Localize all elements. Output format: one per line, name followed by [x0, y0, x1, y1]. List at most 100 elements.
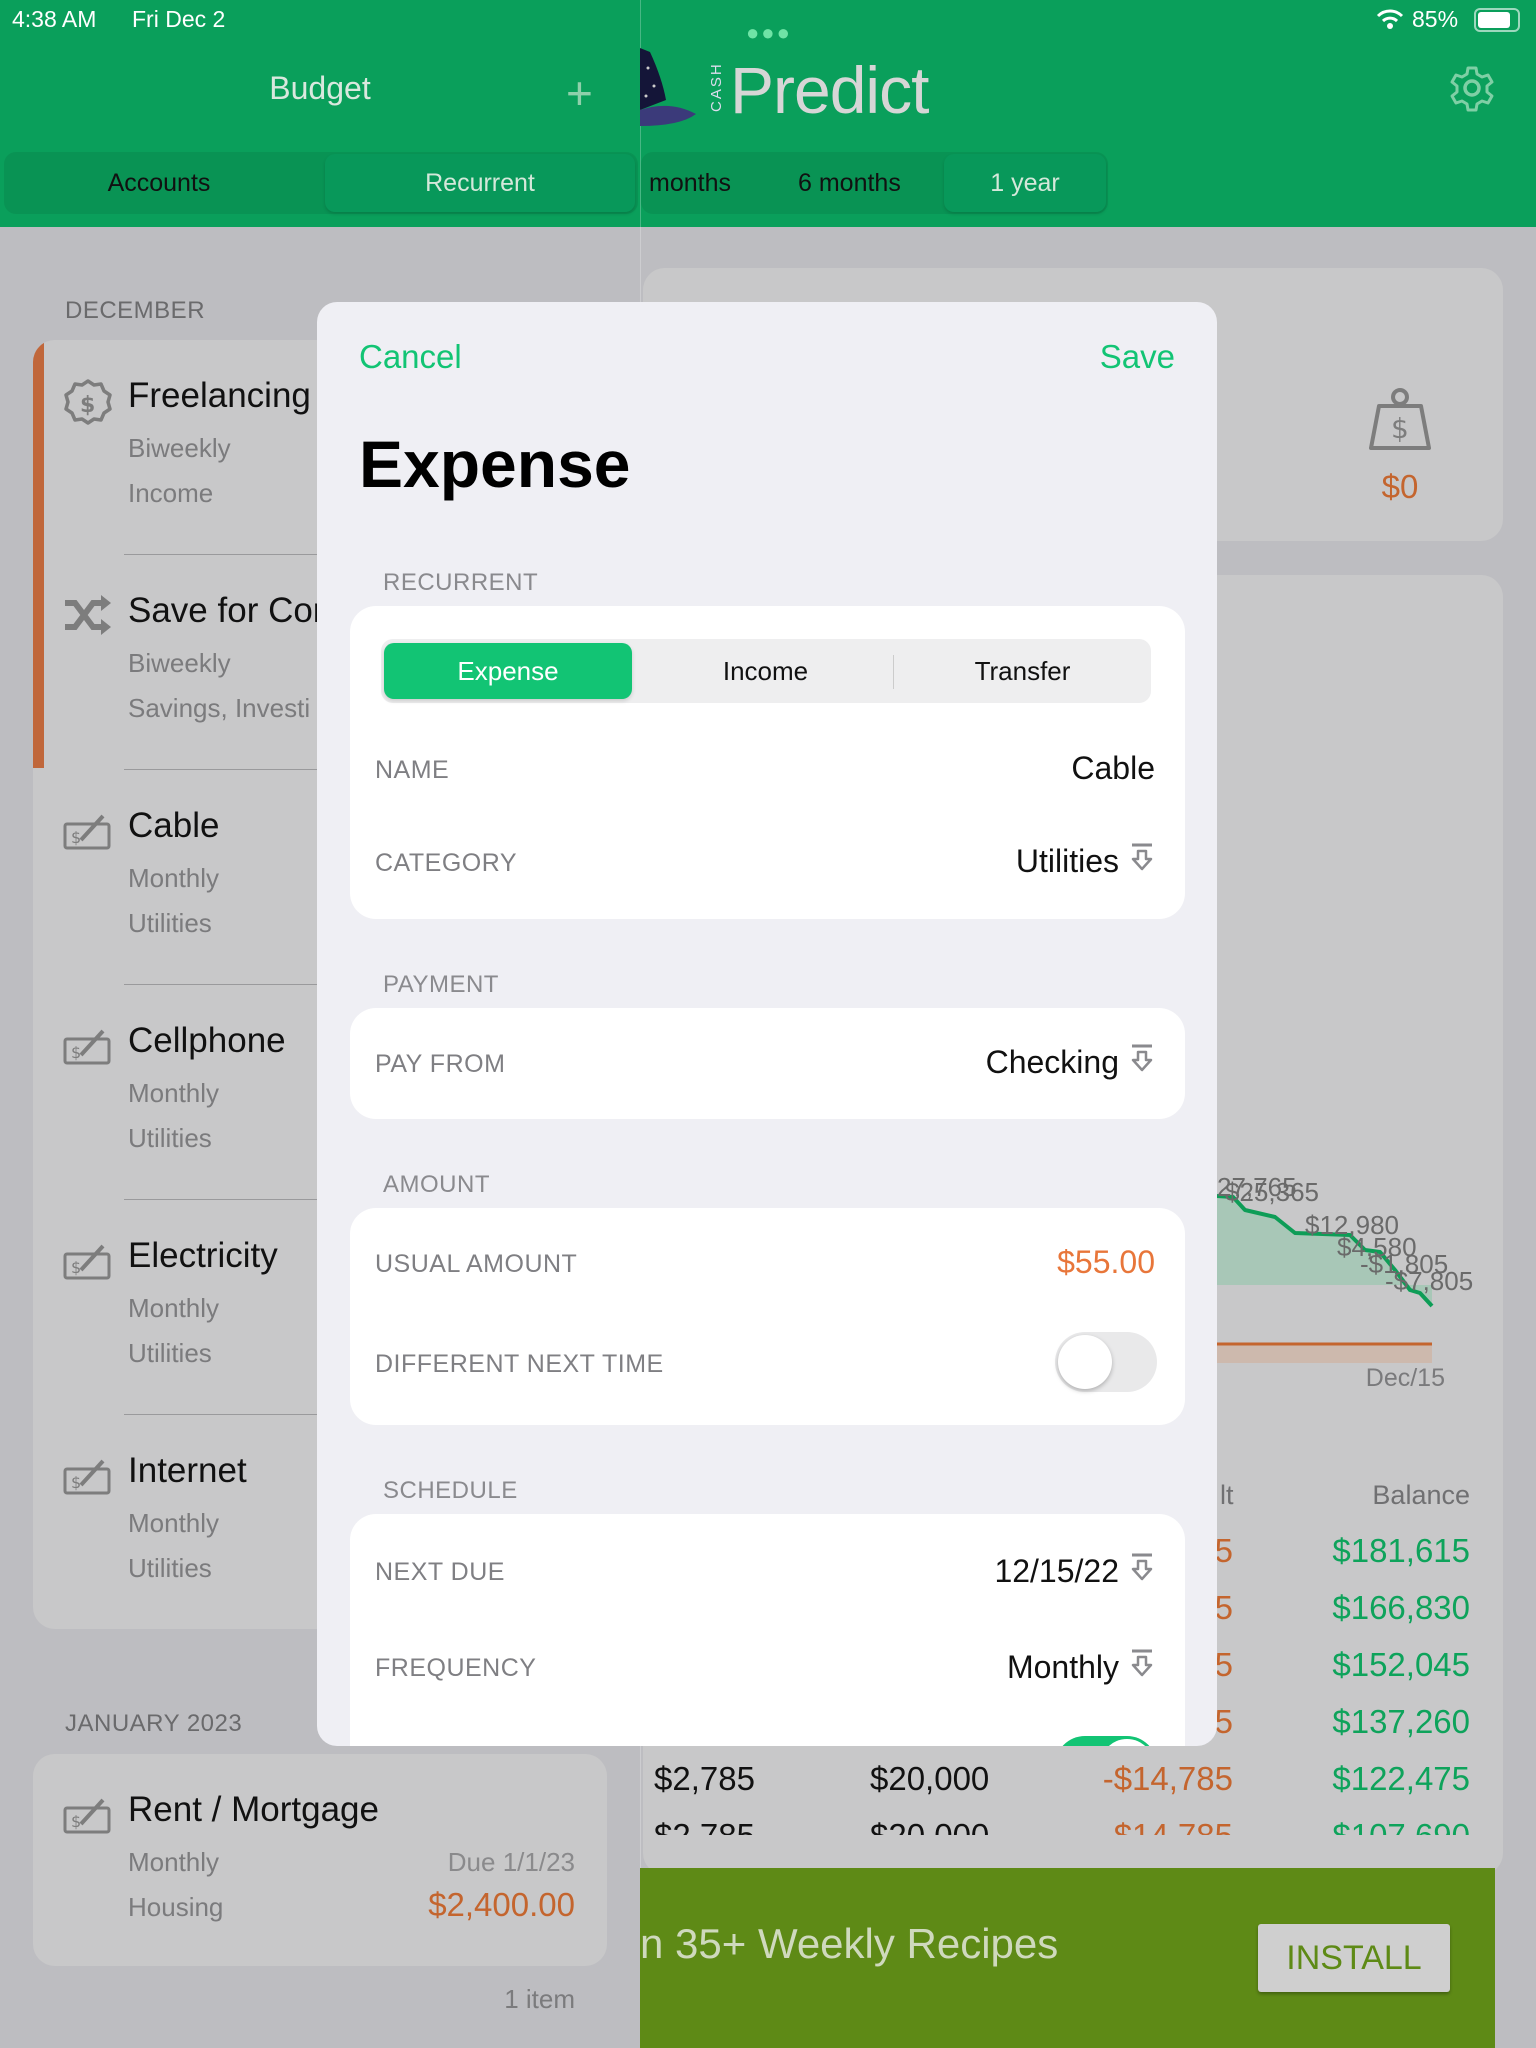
chart-data-label: -$7,805 — [1385, 1266, 1473, 1296]
pay-from-picker[interactable]: Checking — [986, 1043, 1155, 1081]
name-value: Cable — [1071, 750, 1155, 786]
cell-balance: $107,690 — [1332, 1817, 1470, 1835]
bill-icon: $ — [63, 1457, 113, 1502]
status-time: 4:38 AM — [12, 6, 97, 32]
name-label: NAME — [375, 756, 450, 784]
item-category: Utilities — [128, 908, 212, 938]
svg-text:$: $ — [71, 1258, 81, 1277]
schedule-card: NEXT DUE 12/15/22 FREQUENCY Monthly — [350, 1514, 1185, 1746]
category-value: Utilities — [1015, 842, 1119, 879]
item-title: Internet — [128, 1451, 247, 1490]
item-frequency: Monthly — [128, 863, 220, 893]
cell-out: $20,000 — [870, 1760, 990, 1797]
item-category: Housing — [128, 1892, 224, 1922]
table-header-balance: Balance — [1372, 1480, 1470, 1510]
name-field[interactable]: Cable — [1071, 750, 1155, 787]
logo-cash: CASH — [708, 62, 725, 112]
item-title: Rent / Mortgage — [128, 1790, 379, 1829]
chart-x-label: Dec/15 — [1366, 1364, 1445, 1392]
cancel-button[interactable]: Cancel — [359, 338, 462, 376]
dropdown-arrow-icon — [1129, 842, 1155, 880]
item-title: Cable — [128, 806, 220, 845]
settings-gear-icon[interactable] — [1448, 64, 1496, 112]
category-label: CATEGORY — [375, 849, 517, 877]
add-button[interactable]: + — [566, 66, 593, 120]
item-title: Freelancing — [128, 376, 311, 415]
schedule-section-label: SCHEDULE — [383, 1477, 518, 1504]
pay-from-label: PAY FROM — [375, 1050, 506, 1078]
section-header-december: DECEMBER — [65, 297, 206, 324]
install-button[interactable]: INSTALL — [1258, 1924, 1450, 1992]
battery-percent: 85% — [1412, 6, 1459, 32]
edit-recurrent-modal: Cancel Save Expense RECURRENT Expense In… — [317, 302, 1217, 1746]
tab-accounts[interactable]: Accounts — [4, 169, 314, 198]
usual-amount-field[interactable]: $55.00 — [1057, 1244, 1155, 1281]
pay-from-value: Checking — [985, 1043, 1119, 1080]
section-header-january: JANUARY 2023 — [65, 1710, 243, 1737]
cell-net: 5 — [1214, 1646, 1233, 1683]
cell-in: $2,785 — [654, 1817, 755, 1835]
range-months[interactable]: months — [649, 169, 731, 198]
ad-banner[interactable]: n 35+ Weekly Recipes INSTALL — [640, 1868, 1495, 2048]
battery-icon — [1474, 8, 1520, 32]
shuffle-icon — [63, 593, 113, 642]
cell-balance: $137,260 — [1332, 1703, 1470, 1740]
tab-recurrent[interactable]: Recurrent — [325, 169, 635, 198]
next-due-label: NEXT DUE — [375, 1558, 505, 1586]
item-frequency: Biweekly — [128, 433, 231, 463]
modal-title: Expense — [359, 427, 631, 501]
usual-amount-value: $55.00 — [1057, 1244, 1155, 1280]
range-6-months[interactable]: 6 months — [798, 169, 901, 198]
item-category: Utilities — [128, 1338, 212, 1368]
dollar-badge-icon: $ — [63, 378, 113, 433]
range-1-year[interactable]: 1 year — [944, 169, 1106, 198]
wifi-icon — [1376, 8, 1404, 30]
svg-text:$: $ — [71, 1043, 81, 1062]
logo-predict: Predict — [730, 53, 929, 127]
item-due: Due 1/1/23 — [447, 1847, 575, 1877]
segment-divider — [893, 655, 894, 689]
svg-text:$: $ — [71, 1473, 81, 1492]
type-segmented-control: Expense Income Transfer — [381, 639, 1151, 703]
balance-chart: 27,765$25,365$12,980$4,580-$1,805-$7,805… — [1216, 1172, 1473, 1392]
item-frequency: Monthly — [128, 1508, 220, 1538]
svg-text:$: $ — [71, 828, 81, 847]
type-transfer[interactable]: Transfer — [895, 643, 1150, 699]
item-frequency: Monthly — [128, 1847, 220, 1877]
bill-icon: $ — [63, 1027, 113, 1072]
cell-net: -$14,785 — [1102, 1760, 1233, 1797]
cell-net: 5 — [1214, 1532, 1233, 1569]
item-frequency: Monthly — [128, 1078, 220, 1108]
next-due-picker[interactable]: 12/15/22 — [994, 1552, 1155, 1590]
cell-out: $20,000 — [870, 1817, 989, 1835]
next-due-value: 12/15/22 — [994, 1552, 1119, 1589]
table-row: $2,785 $20,000 -$14,785 $122,475 — [643, 1760, 1503, 1810]
item-title: Cellphone — [128, 1021, 286, 1060]
item-title: Save for Con — [128, 591, 333, 630]
cell-net: 5 — [1214, 1589, 1233, 1626]
frequency-picker[interactable]: Monthly — [1007, 1648, 1155, 1686]
item-category: Savings, Investi — [128, 693, 311, 723]
list-item-rent[interactable]: $ Rent / Mortgage Monthly Housing Due 1/… — [33, 1754, 607, 1966]
dropdown-arrow-icon — [1129, 1552, 1155, 1590]
item-category: Utilities — [128, 1553, 212, 1583]
schedule-toggle[interactable] — [1055, 1736, 1157, 1746]
item-category: Utilities — [128, 1123, 212, 1153]
cell-net: -$14,785 — [1103, 1817, 1233, 1835]
type-expense[interactable]: Expense — [384, 643, 632, 699]
svg-text:$: $ — [71, 1812, 81, 1831]
payment-section-label: PAYMENT — [383, 971, 499, 998]
type-income[interactable]: Income — [638, 643, 893, 699]
weight-value: $0 — [1381, 468, 1419, 505]
bill-icon: $ — [63, 1796, 113, 1841]
multitask-dots-icon[interactable]: ●●● — [746, 20, 792, 46]
cell-balance: $152,045 — [1332, 1646, 1470, 1683]
save-button[interactable]: Save — [1100, 338, 1175, 376]
usual-amount-label: USUAL AMOUNT — [375, 1250, 578, 1278]
chart-data-label: $25,365 — [1225, 1177, 1319, 1207]
different-next-time-toggle[interactable] — [1055, 1332, 1157, 1392]
wizard-hat-logo-icon — [640, 48, 700, 128]
cell-balance: $166,830 — [1332, 1589, 1470, 1626]
category-picker[interactable]: Utilities — [1016, 842, 1155, 880]
bill-icon: $ — [63, 1242, 113, 1287]
